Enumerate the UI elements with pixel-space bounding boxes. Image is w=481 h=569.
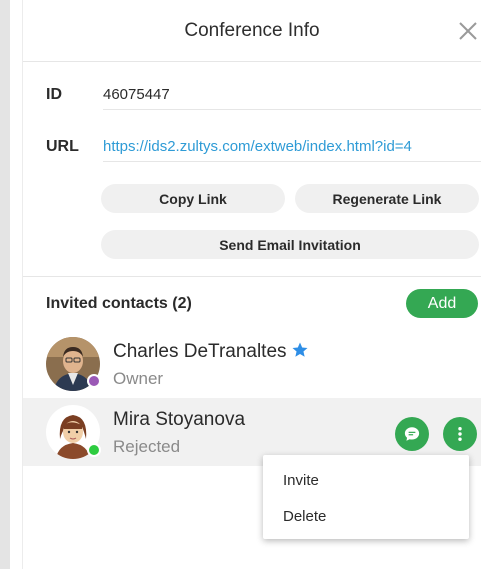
contact-context-menu: Invite Delete [263, 455, 469, 539]
url-label: URL [46, 138, 79, 155]
add-contact-button[interactable]: Add [406, 289, 478, 318]
conference-info-panel: Conference Info ID 46075447 URL https://… [23, 0, 481, 569]
contact-role: Owner [113, 369, 164, 388]
more-vertical-icon [458, 427, 462, 441]
contact-name: Mira Stoyanova [113, 409, 246, 430]
url-link[interactable]: https://ids2.zultys.com/extweb/index.htm… [103, 138, 481, 162]
contact-name-text: Charles DeTranaltes [113, 341, 287, 362]
chat-icon [404, 427, 420, 441]
close-button[interactable] [457, 20, 479, 42]
presence-indicator [87, 374, 101, 388]
star-icon [291, 341, 309, 365]
menu-item-invite[interactable]: Invite [263, 462, 469, 498]
section-divider [23, 276, 481, 277]
chat-button[interactable] [395, 417, 429, 451]
panel-header: Conference Info [23, 0, 481, 62]
menu-item-delete[interactable]: Delete [263, 498, 469, 534]
contact-row[interactable]: Charles DeTranaltes Owner [23, 330, 481, 398]
more-options-button[interactable] [443, 417, 477, 451]
invited-contacts-heading: Invited contacts (2) [46, 295, 192, 312]
regenerate-link-button[interactable]: Regenerate Link [295, 184, 479, 213]
page-title: Conference Info [184, 20, 320, 41]
send-email-invitation-button[interactable]: Send Email Invitation [101, 230, 479, 259]
id-value: 46075447 [103, 86, 481, 110]
contact-role: Rejected [113, 437, 181, 456]
window-left-strip [0, 0, 10, 569]
contact-name: Charles DeTranaltes [113, 341, 309, 365]
close-icon [459, 22, 477, 40]
id-label: ID [46, 86, 62, 103]
copy-link-button[interactable]: Copy Link [101, 184, 285, 213]
presence-indicator [87, 443, 101, 457]
